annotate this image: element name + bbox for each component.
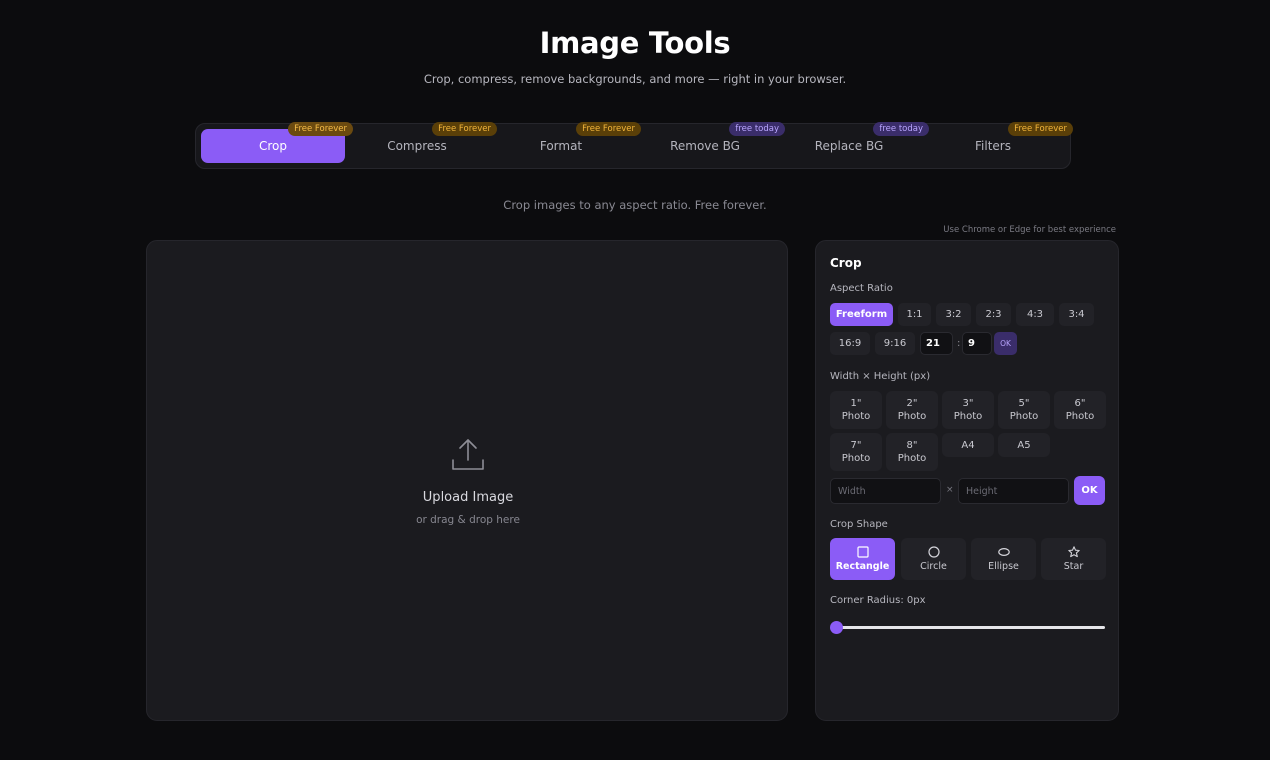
size-2in-photo-button[interactable]: 2" Photo [886,391,938,429]
ratio-16-9-button[interactable]: 16:9 [830,332,870,355]
upload-dropzone[interactable]: Upload Image or drag & drop here [146,240,788,721]
shape-rectangle-button[interactable]: Rectangle [830,538,895,580]
tool-tabs: Crop Free Forever Compress Free Forever … [195,122,1073,169]
size-1in-photo-button[interactable]: 1" Photo [830,391,882,429]
dimension-separator: × [946,485,954,495]
crop-settings-panel: Crop Aspect Ratio Freeform 1:1 3:2 2:3 4… [815,240,1119,721]
size-unit: Photo [1065,411,1095,422]
size-7in-photo-button[interactable]: 7" Photo [830,433,882,471]
crop-shape-label: Crop Shape [830,519,888,530]
size-label: Width × Height (px) [830,371,931,382]
size-6in-photo-button[interactable]: 6" Photo [1054,391,1106,429]
size-value: 1" [850,398,862,409]
size-a4-button[interactable]: A4 [942,433,994,457]
tab-label: Compress [387,139,447,153]
tab-replace-bg[interactable]: Replace BG free today [777,122,929,163]
shape-ellipse-button[interactable]: Ellipse [971,538,1036,580]
shape-label: Circle [920,561,947,572]
custom-ratio-height-input[interactable] [962,332,992,355]
ratio-9-16-button[interactable]: 9:16 [875,332,915,355]
size-value: 2" [906,398,918,409]
page-title: Image Tools [539,26,731,60]
tab-compress[interactable]: Compress Free Forever [345,122,497,163]
circle-icon [927,546,940,558]
tab-label: Filters [975,139,1011,153]
size-value: 8" [906,440,918,451]
page: Image Tools Crop, compress, remove backg… [0,0,1270,760]
ratio-3-2-button[interactable]: 3:2 [936,303,971,326]
size-unit: Photo [953,411,983,422]
size-unit: Photo [897,453,927,464]
ratio-1-1-button[interactable]: 1:1 [898,303,931,326]
tab-label: Format [539,139,583,153]
size-value: A5 [1017,439,1031,451]
tab-label: Remove BG [670,139,740,153]
custom-ratio-width-input[interactable] [920,332,953,355]
size-5in-photo-button[interactable]: 5" Photo [998,391,1050,429]
size-3in-photo-button[interactable]: 3" Photo [942,391,994,429]
ratio-4-3-button[interactable]: 4:3 [1016,303,1054,326]
upload-title: Upload Image [422,490,514,505]
square-icon [856,546,869,558]
free-forever-badge: Free Forever [1008,122,1073,136]
corner-radius-slider-thumb[interactable] [830,621,843,634]
tab-format[interactable]: Format Free Forever [489,122,641,163]
shape-circle-button[interactable]: Circle [901,538,966,580]
free-forever-badge: Free Forever [288,122,353,136]
tab-filters[interactable]: Filters Free Forever [921,122,1073,163]
shape-label: Ellipse [988,561,1019,572]
size-value: 5" [1018,398,1030,409]
free-forever-badge: Free Forever [576,122,641,136]
tab-crop[interactable]: Crop Free Forever [201,122,353,163]
size-unit: Photo [1009,411,1039,422]
free-forever-badge: Free Forever [432,122,497,136]
ratio-3-4-button[interactable]: 3:4 [1059,303,1094,326]
upload-icon [452,439,484,470]
shape-label: Star [1063,561,1084,572]
ratio-freeform-button[interactable]: Freeform [830,303,893,326]
page-subtitle: Crop, compress, remove backgrounds, and … [423,72,847,86]
corner-radius-label: Corner Radius: 0px [830,595,926,606]
tool-description: Crop images to any aspect ratio. Free fo… [503,198,767,212]
ratio-2-3-button[interactable]: 2:3 [976,303,1011,326]
custom-ratio-ok-button[interactable]: OK [994,332,1017,355]
shape-star-button[interactable]: Star [1041,538,1106,580]
star-icon [1067,546,1080,558]
tab-label: Crop [258,139,287,153]
ratio-separator: : [957,338,961,349]
tab-remove-bg[interactable]: Remove BG free today [633,122,785,163]
height-input[interactable] [958,478,1069,504]
size-8in-photo-button[interactable]: 8" Photo [886,433,938,471]
size-value: 7" [850,440,862,451]
panel-title: Crop [830,256,862,270]
size-unit: Photo [841,411,871,422]
corner-radius-slider-track[interactable] [836,626,1105,629]
aspect-ratio-label: Aspect Ratio [830,283,893,294]
size-value: A4 [961,439,975,451]
size-value: 6" [1074,398,1086,409]
size-unit: Photo [841,453,871,464]
tab-label: Replace BG [814,139,884,153]
size-a5-button[interactable]: A5 [998,433,1050,457]
apply-size-button[interactable]: OK [1074,476,1105,505]
width-input[interactable] [830,478,941,504]
ellipse-icon [997,547,1010,557]
shape-label: Rectangle [835,561,890,572]
browser-hint: Use Chrome or Edge for best experience [943,225,1116,235]
size-unit: Photo [897,411,927,422]
upload-subtitle: or drag & drop here [416,514,520,526]
size-value: 3" [962,398,974,409]
